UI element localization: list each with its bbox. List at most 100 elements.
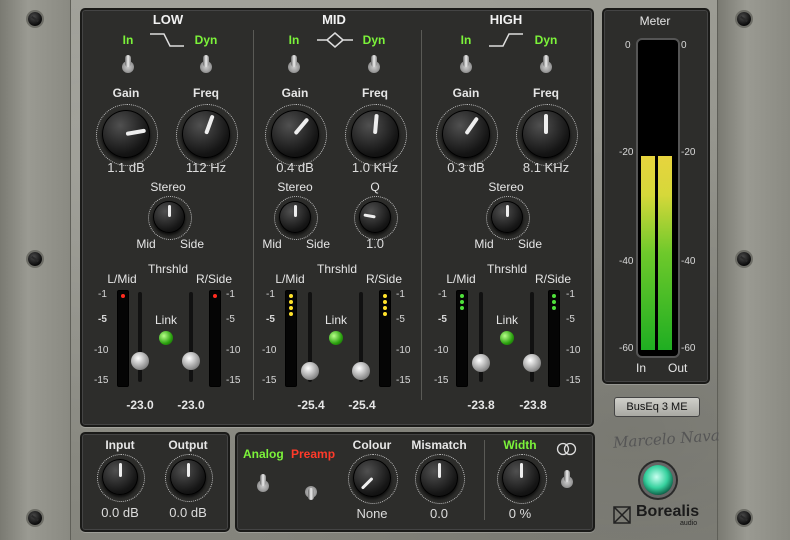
width-label: Width [503,438,537,452]
freq-knob[interactable] [351,110,399,158]
freq-label: Freq [192,86,220,100]
gain-label: Gain [281,86,309,100]
stereo-knob[interactable] [153,201,185,233]
mismatch-knob[interactable] [420,459,458,497]
gain-value: 1.1 dB [107,160,145,175]
gain-label: Gain [452,86,480,100]
meter-bar-out [658,156,672,350]
threshold-right-value: -25.4 [348,398,376,412]
freq-label: Freq [361,86,389,100]
colour-knob[interactable] [353,459,391,497]
scale-label: -1 [396,289,405,300]
lmid-label: L/Mid [446,272,476,286]
rside-threshold-fader[interactable] [523,354,541,372]
analog-label: Analog [243,447,284,461]
bell-curve-icon [317,32,353,48]
link-button[interactable] [159,331,173,345]
stereo-label: Stereo [488,180,524,194]
dyn-label: Dyn [362,33,386,47]
meter-bar-in [641,156,655,350]
band-in-toggle[interactable] [288,55,300,75]
band-dyn-toggle[interactable] [368,55,380,75]
link-button[interactable] [500,331,514,345]
scale-label: -10 [566,345,581,356]
threshold-left-value: -25.4 [297,398,325,412]
lmid-label: L/Mid [275,272,305,286]
power-button[interactable] [643,465,673,495]
meter-tick-label: -60 [681,343,696,354]
input-knob[interactable] [102,459,138,495]
lmid-meter [285,290,297,387]
stereo-label: Stereo [150,180,186,194]
band-in-toggle[interactable] [460,55,472,75]
preamp-toggle[interactable] [305,480,317,500]
meter-tick-label: -40 [619,256,634,267]
scale-label: -10 [262,345,277,356]
scale-label: -1 [98,289,107,300]
borealis-logo-icon [613,506,631,524]
right-rack-rail [717,0,790,540]
freq-knob[interactable] [522,110,570,158]
screw-icon [737,252,751,266]
mid-label: Mid [262,237,282,251]
width-value: 0 % [508,506,532,521]
rside-threshold-fader[interactable] [352,362,370,380]
band-dyn-toggle[interactable] [540,55,552,75]
analog-divider [484,440,485,520]
preset-selector[interactable]: BusEq 3 ME [614,397,700,417]
thrshld-label: Thrshld [316,262,358,276]
band-title: LOW [152,12,184,27]
meter-tick-label: -40 [681,256,696,267]
left-rack-rail [0,0,71,540]
band-in-toggle[interactable] [122,55,134,75]
width-toggle[interactable] [561,470,573,490]
meter-tick-label: 0 [625,40,631,51]
lmid-threshold-fader[interactable] [301,362,319,380]
freq-label: Freq [532,86,560,100]
in-label: In [460,33,472,47]
band-divider [253,30,254,400]
colour-label: Colour [352,438,392,452]
input-label: Input [105,438,135,452]
lmid-threshold-fader[interactable] [131,352,149,370]
gain-knob[interactable] [102,110,150,158]
freq-knob[interactable] [182,110,230,158]
stereo-knob[interactable] [491,201,523,233]
width-knob[interactable] [502,459,540,497]
output-value: 0.0 dB [169,505,207,520]
preamp-label: Preamp [291,447,336,461]
rside-threshold-fader[interactable] [182,352,200,370]
lmid-threshold-fader[interactable] [472,354,490,372]
band-title: HIGH [489,12,523,27]
gain-value: 0.3 dB [447,160,485,175]
lmid-label: L/Mid [107,272,137,286]
gain-knob[interactable] [442,110,490,158]
brand-name: Borealis [636,503,700,520]
scale-label: -10 [226,345,241,356]
screw-icon [28,252,42,266]
q-knob[interactable] [359,201,391,233]
scale-label: -15 [396,375,411,386]
link-button[interactable] [329,331,343,345]
output-label: Output [168,438,208,452]
scale-label: -15 [434,375,449,386]
lmid-meter [456,290,468,387]
scale-label: -1 [566,289,575,300]
threshold-left-value: -23.8 [467,398,495,412]
gain-knob[interactable] [271,110,319,158]
in-label: In [122,33,134,47]
screw-icon [737,511,751,525]
link-label: Link [154,313,178,327]
output-knob[interactable] [170,459,206,495]
screw-icon [28,12,42,26]
band-dyn-toggle[interactable] [200,55,212,75]
meter-title: Meter [639,14,671,28]
scale-label: -15 [566,375,581,386]
analog-toggle[interactable] [257,474,269,494]
screw-icon [737,12,751,26]
stereo-knob[interactable] [279,201,311,233]
scale-label: -15 [262,375,277,386]
scale-label: -5 [266,314,275,325]
scale-label: -10 [396,345,411,356]
rside-label: R/Side [195,272,233,286]
